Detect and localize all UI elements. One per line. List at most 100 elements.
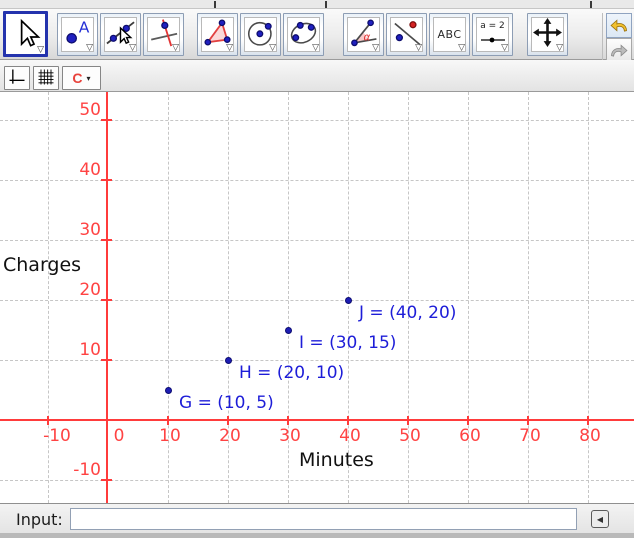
point-label-I: I = (30, 15) [299, 334, 396, 353]
circle-tool-button[interactable]: ▽ [240, 13, 281, 56]
toolbar: ▽ A ▽ [0, 8, 634, 60]
x-axis-tick [47, 416, 49, 425]
y-axis-name: Charges [3, 255, 81, 276]
x-axis-tick [287, 416, 289, 425]
text-tool-button[interactable]: ABC ▽ [429, 13, 470, 56]
x-axis-tick-label: -10 [43, 427, 71, 445]
x-axis-tick [467, 416, 469, 425]
redo-arrow-icon [609, 39, 629, 62]
tool-dropdown-icon[interactable]: ▽ [556, 44, 563, 52]
y-axis-tick-label: 50 [47, 101, 101, 119]
tool-dropdown-icon[interactable]: ▽ [312, 44, 319, 52]
y-axis-tick-label: 30 [47, 221, 101, 239]
x-axis-tick-label: 60 [459, 427, 481, 445]
tool-dropdown-icon[interactable]: ▽ [226, 44, 233, 52]
grid-line-horizontal [0, 180, 634, 181]
window-bottom-edge [0, 533, 634, 538]
x-axis-tick [407, 416, 409, 425]
x-axis-tick-label: 0 [114, 427, 125, 445]
slider-icon-label: a = 2 [480, 21, 505, 31]
tool-dropdown-icon[interactable]: ▽ [269, 44, 276, 52]
grid-line-horizontal [0, 300, 634, 301]
slider-tool-button[interactable]: a = 2 ▽ [472, 13, 513, 56]
input-label: Input: [16, 510, 63, 529]
point-capture-magnet-icon: C [72, 71, 82, 85]
y-axis-tick [101, 239, 112, 241]
tool-dropdown-icon[interactable]: ▽ [458, 44, 465, 52]
grid-line-horizontal [0, 240, 634, 241]
toggle-axes-button[interactable] [4, 66, 30, 90]
polygon-tool-button[interactable]: ▽ [197, 13, 238, 56]
point-I[interactable] [285, 327, 292, 334]
x-axis-name: Minutes [299, 450, 374, 471]
geogebra-window: ▽ A ▽ [0, 0, 634, 538]
tool-dropdown-icon[interactable]: ▽ [86, 44, 93, 52]
x-axis-tick-label: 40 [339, 427, 361, 445]
tool-dropdown-icon[interactable]: ▽ [501, 44, 508, 52]
line-tool-button[interactable]: ▽ [100, 13, 141, 56]
axes-icon [7, 67, 27, 90]
menu-strip [0, 0, 634, 8]
y-axis-tick-label: 20 [47, 281, 101, 299]
point-J[interactable] [345, 297, 352, 304]
x-axis-tick-label: 30 [279, 427, 301, 445]
x-axis-tick-label: 50 [399, 427, 421, 445]
y-axis-tick [101, 299, 112, 301]
point-H[interactable] [225, 357, 232, 364]
graphics-stylebar: C ▾ [0, 60, 634, 92]
collapse-input-button[interactable]: ◀ [591, 510, 609, 528]
chevron-down-icon: ▾ [87, 74, 91, 83]
x-axis-tick-label: 20 [219, 427, 241, 445]
y-axis-tick [101, 179, 112, 181]
conic-tool-button[interactable]: ▽ [283, 13, 324, 56]
point-label-G: G = (10, 5) [179, 394, 274, 413]
grid-line-horizontal [0, 120, 634, 121]
y-axis-tick [101, 479, 112, 481]
algebra-input-field[interactable] [70, 508, 577, 530]
left-triangle-icon: ◀ [597, 515, 603, 524]
y-axis-tick-label: -10 [47, 461, 101, 479]
transform-tool-button[interactable]: ▽ [386, 13, 427, 56]
x-axis-tick [527, 416, 529, 425]
y-axis-tick [101, 359, 112, 361]
point-tool-button[interactable]: A ▽ [57, 13, 98, 56]
input-bar: Input: ◀ [0, 503, 634, 533]
x-axis [0, 419, 634, 421]
y-axis [106, 92, 108, 503]
move-graphics-tool-button[interactable]: ▽ [527, 13, 568, 56]
menu-separator-mark [325, 1, 327, 8]
svg-text:A: A [79, 19, 90, 37]
x-axis-tick [587, 416, 589, 425]
undo-arrow-icon [609, 14, 629, 37]
x-axis-tick [227, 416, 229, 425]
angle-badge: α [364, 31, 371, 43]
undo-button[interactable] [606, 13, 632, 38]
point-capturing-button[interactable]: C ▾ [62, 66, 101, 90]
point-label-H: H = (20, 10) [239, 364, 344, 383]
move-tool-button[interactable]: ▽ [3, 11, 48, 57]
tool-dropdown-icon[interactable]: ▽ [372, 44, 379, 52]
tool-dropdown-icon[interactable]: ▽ [129, 44, 136, 52]
tool-dropdown-icon[interactable]: ▽ [415, 44, 422, 52]
y-axis-tick-label: 10 [47, 341, 101, 359]
point-label-J: J = (40, 20) [359, 304, 456, 323]
toggle-grid-button[interactable] [33, 66, 59, 90]
graphics-view[interactable]: -10010203040506070805040302010-10Charges… [0, 92, 634, 503]
toolbar-separator [602, 13, 603, 61]
angle-tool-button[interactable]: α ▽ [343, 13, 384, 56]
x-axis-tick [167, 416, 169, 425]
grid-line-horizontal [0, 360, 634, 361]
tool-dropdown-icon[interactable]: ▽ [172, 44, 179, 52]
grid-icon [36, 67, 56, 90]
text-abc-icon: ABC [437, 28, 461, 41]
menu-separator-mark [214, 1, 216, 8]
grid-line-horizontal [0, 480, 634, 481]
tool-dropdown-icon[interactable]: ▽ [37, 46, 44, 53]
x-axis-tick-label: 10 [159, 427, 181, 445]
point-G[interactable] [165, 387, 172, 394]
x-axis-tick [347, 416, 349, 425]
y-axis-tick-label: 40 [47, 161, 101, 179]
special-line-tool-button[interactable]: ▽ [143, 13, 184, 56]
y-axis-tick [101, 119, 112, 121]
x-axis-tick-label: 80 [579, 427, 601, 445]
